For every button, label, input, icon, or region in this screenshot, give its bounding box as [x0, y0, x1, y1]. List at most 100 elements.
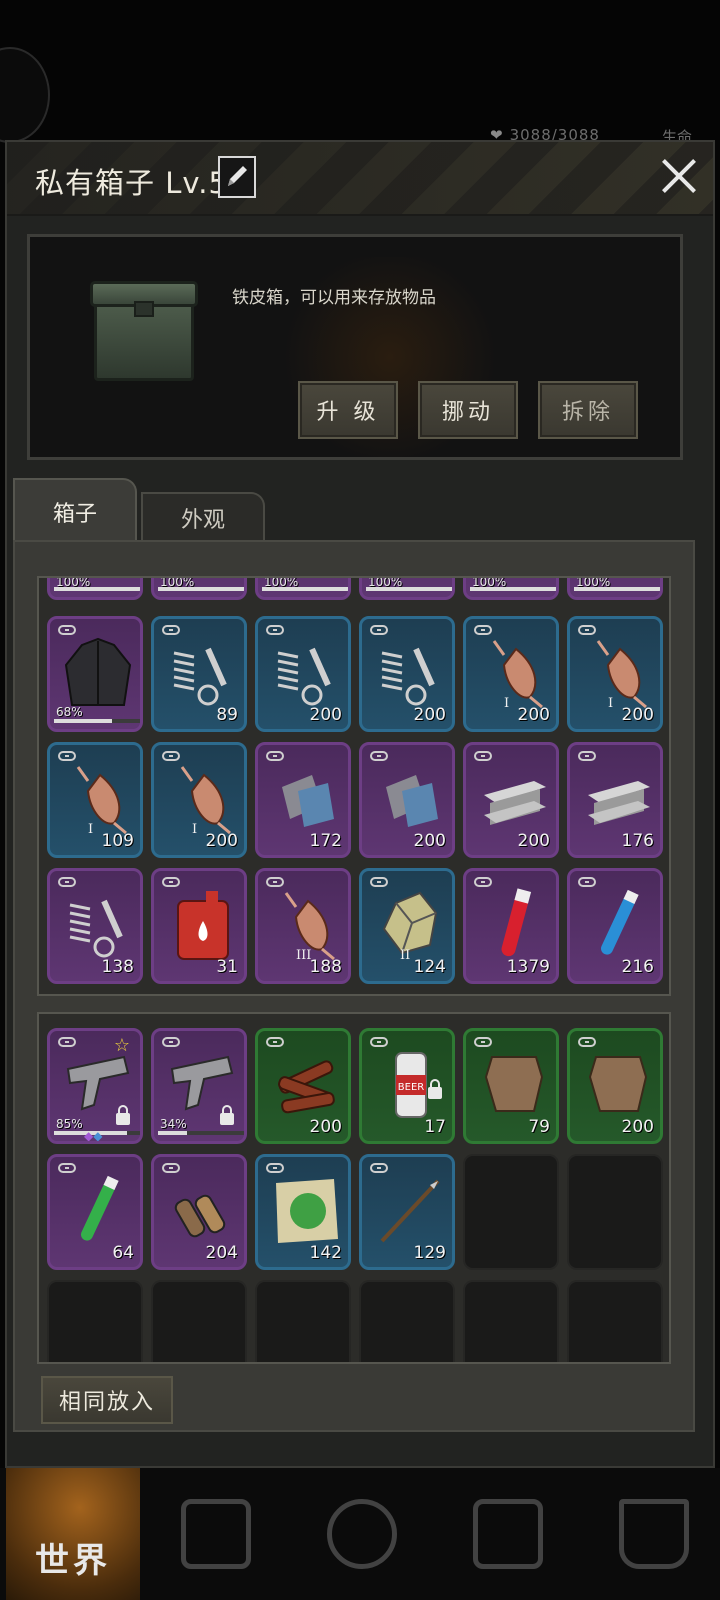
green-tube-icon — [81, 1175, 119, 1241]
steel-beam-icon — [484, 781, 546, 825]
inventory-slot[interactable]: 64 — [47, 1154, 143, 1270]
empty-slot[interactable] — [255, 1280, 351, 1362]
bind-link-icon — [162, 751, 180, 761]
inventory-slot[interactable]: I 200 — [151, 742, 247, 858]
close-button[interactable] — [659, 156, 699, 196]
item-description: 铁皮箱，可以用来存放物品 — [232, 288, 436, 308]
item-info-box: 铁皮箱，可以用来存放物品 升 级 挪动 拆除 — [27, 234, 683, 460]
inventory-area: 100% 100% 100% 100% 100% 100% 68% 89 200 200 I 200 I… — [13, 540, 695, 1432]
durability-bar — [158, 1131, 244, 1135]
inventory-slot[interactable]: 176 — [567, 742, 663, 858]
inventory-slot[interactable]: III 188 — [255, 868, 351, 984]
inventory-slot[interactable]: I 200 — [567, 616, 663, 732]
inventory-slot[interactable]: 204 — [151, 1154, 247, 1270]
upgrade-button[interactable]: 升 级 — [298, 381, 398, 439]
inventory-slot[interactable]: 89 — [151, 616, 247, 732]
item-count: 200 — [517, 831, 550, 851]
bind-link-icon — [370, 877, 388, 887]
tier-label: I — [608, 696, 614, 711]
empty-slot[interactable] — [151, 1280, 247, 1362]
bind-link-icon — [578, 1037, 596, 1047]
inventory-slot[interactable]: 129 — [359, 1154, 455, 1270]
nav-world-label: 世界 — [35, 1541, 111, 1581]
durability-bar — [54, 587, 140, 591]
inventory-slot[interactable]: I 200 — [463, 616, 559, 732]
bind-link-icon — [162, 1163, 180, 1173]
nav-character[interactable] — [292, 1468, 432, 1600]
calculator-icon — [473, 1499, 543, 1569]
inventory-slot[interactable]: 100% — [47, 578, 143, 600]
inventory-slot[interactable]: 1379 — [463, 868, 559, 984]
inventory-slot[interactable]: 100% — [359, 578, 455, 600]
empty-slot[interactable] — [567, 1154, 663, 1270]
empty-slot[interactable] — [463, 1154, 559, 1270]
tab-box[interactable]: 箱子 — [13, 478, 137, 544]
nav-backpack[interactable] — [146, 1468, 286, 1600]
nav-shop[interactable] — [584, 1468, 720, 1600]
jacket-icon — [64, 637, 132, 706]
bind-link-icon — [162, 625, 180, 635]
empty-slot[interactable] — [463, 1280, 559, 1362]
inventory-slot[interactable]: 142 — [255, 1154, 351, 1270]
box-grid: 100% 100% 100% 100% 100% 100% 68% 89 200 200 I 200 I… — [37, 576, 671, 996]
head-icon — [327, 1499, 397, 1569]
durability-bar — [366, 587, 452, 591]
cloth-icon — [282, 775, 334, 827]
inventory-slot[interactable]: ☆ 85% ◆◆ — [47, 1028, 143, 1144]
inventory-slot[interactable]: BEER 17 — [359, 1028, 455, 1144]
item-count: 138 — [101, 957, 134, 977]
tier-label: I — [88, 822, 94, 837]
same-put-button[interactable]: 相同放入 — [41, 1376, 173, 1424]
item-count: 176 — [621, 831, 654, 851]
inventory-slot[interactable]: 172 — [255, 742, 351, 858]
inventory-slot[interactable]: 100% — [463, 578, 559, 600]
inventory-slot[interactable]: 100% — [255, 578, 351, 600]
inventory-slot[interactable]: 31 — [151, 868, 247, 984]
item-count: 17 — [424, 1117, 446, 1137]
nav-world[interactable]: 世界 — [6, 1468, 140, 1600]
durability-bar — [262, 587, 348, 591]
item-count: 200 — [205, 831, 238, 851]
inventory-slot[interactable]: 200 — [255, 1028, 351, 1144]
inventory-slot[interactable]: 200 — [359, 616, 455, 732]
inventory-slot[interactable]: 200 — [255, 616, 351, 732]
dismantle-button[interactable]: 拆除 — [538, 381, 638, 439]
inventory-slot[interactable]: 100% — [151, 578, 247, 600]
inventory-slot[interactable]: 200 — [463, 742, 559, 858]
bind-link-icon — [266, 625, 284, 635]
empty-slot[interactable] — [47, 1280, 143, 1362]
inventory-slot[interactable]: 34% — [151, 1028, 247, 1144]
nav-crafting[interactable] — [438, 1468, 578, 1600]
durability-bar — [158, 587, 244, 591]
cart-icon — [619, 1499, 689, 1569]
tab-appearance[interactable]: 外观 — [141, 492, 265, 542]
lock-icon — [428, 1079, 442, 1099]
storage-panel: 私有箱子 Lv.5 铁皮箱，可以用来存放物品 升 级 挪动 拆除 箱子 外观 1… — [5, 140, 715, 1468]
durability-bar — [574, 587, 660, 591]
edit-name-button[interactable] — [218, 156, 256, 198]
inventory-slot[interactable]: 138 — [47, 868, 143, 984]
hide-icon — [484, 1056, 544, 1112]
bind-link-icon — [370, 1037, 388, 1047]
item-count: 64 — [112, 1243, 134, 1263]
inventory-slot[interactable]: II 124 — [359, 868, 455, 984]
tier-label: II — [400, 948, 411, 963]
inventory-slot[interactable]: 200 — [359, 742, 455, 858]
inventory-slot[interactable]: 216 — [567, 868, 663, 984]
inventory-slot[interactable]: 68% — [47, 616, 143, 732]
bind-link-icon — [58, 1163, 76, 1173]
inventory-slot[interactable]: I 109 — [47, 742, 143, 858]
bind-link-icon — [266, 751, 284, 761]
item-count: 188 — [309, 957, 342, 977]
herb-paper-icon — [276, 1179, 338, 1243]
item-count: 200 — [413, 705, 446, 725]
empty-slot[interactable] — [567, 1280, 663, 1362]
inventory-slot[interactable]: 79 — [463, 1028, 559, 1144]
lock-icon — [116, 1105, 130, 1125]
copper-wire-icon — [76, 766, 127, 835]
inventory-slot[interactable]: 100% — [567, 578, 663, 600]
durability-label: 85% — [56, 1117, 83, 1131]
empty-slot[interactable] — [359, 1280, 455, 1362]
inventory-slot[interactable]: 200 — [567, 1028, 663, 1144]
move-button[interactable]: 挪动 — [418, 381, 518, 439]
